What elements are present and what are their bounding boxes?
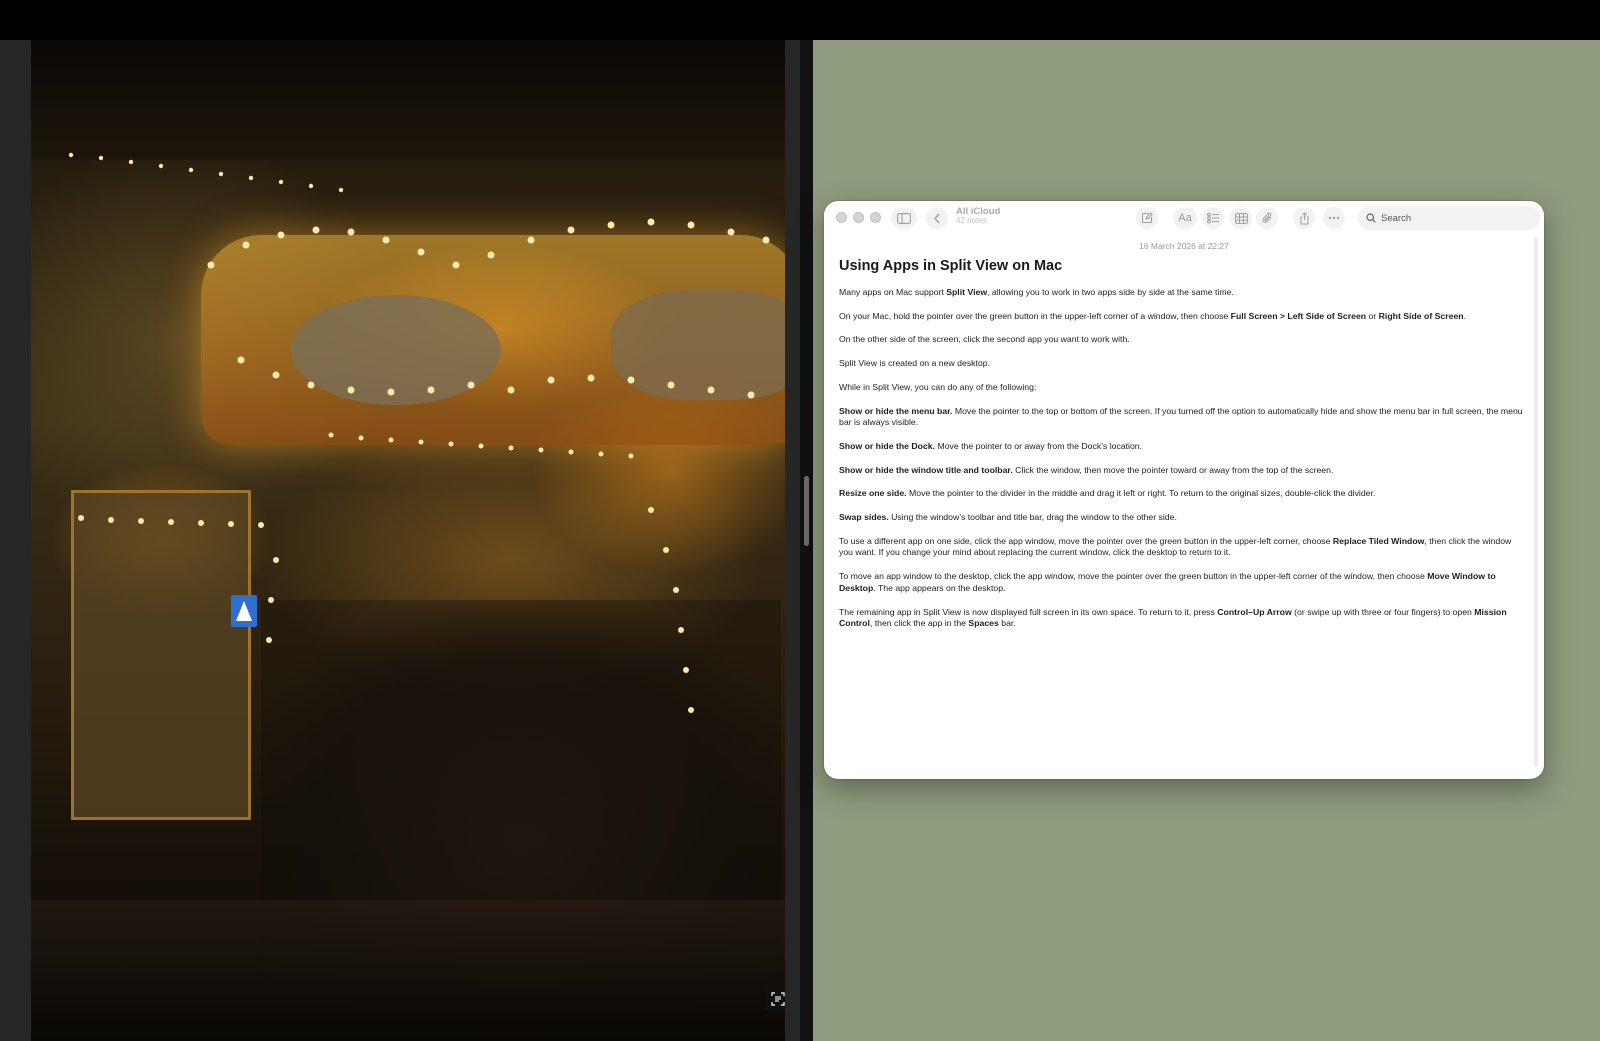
format-button[interactable]: Aa bbox=[1173, 207, 1197, 229]
photo-viewer-pane[interactable] bbox=[0, 40, 818, 1041]
note-paragraph: Many apps on Mac support Split View, all… bbox=[839, 287, 1524, 299]
search-field[interactable] bbox=[1358, 206, 1540, 230]
note-text: Split View is created on a new desktop. bbox=[839, 358, 990, 369]
note-text: Move the pointer to the divider in the m… bbox=[906, 488, 1376, 499]
note-paragraph: Split View is created on a new desktop. bbox=[839, 358, 1524, 370]
note-bold-text: Replace Tiled Window bbox=[1332, 535, 1425, 546]
note-text: bar. bbox=[998, 618, 1016, 629]
note-paragraph: On the other side of the screen, click t… bbox=[839, 334, 1524, 346]
live-text-icon bbox=[771, 992, 785, 1006]
checklist-icon bbox=[1206, 212, 1219, 224]
checklist-button[interactable] bbox=[1202, 207, 1224, 229]
photo-light-bulbs bbox=[68, 152, 770, 713]
note-bold-text: Spaces bbox=[968, 618, 999, 629]
note-paragraph: Resize one side. Move the pointer to the… bbox=[839, 488, 1524, 500]
note-paragraph: Swap sides. Using the window’s toolbar a… bbox=[839, 512, 1524, 524]
note-paragraph: Show or hide the window title and toolba… bbox=[839, 465, 1524, 477]
note-text: Using the window’s toolbar and title bar… bbox=[888, 512, 1177, 523]
note-text: . The app appears on the desktop. bbox=[873, 582, 1006, 593]
back-button[interactable] bbox=[926, 207, 948, 229]
note-text: On the other side of the screen, click t… bbox=[839, 334, 1130, 345]
compose-icon bbox=[1141, 212, 1153, 224]
note-text: . bbox=[1463, 310, 1467, 321]
new-note-button[interactable] bbox=[1136, 207, 1158, 229]
note-paragraph: On your Mac, hold the pointer over the g… bbox=[839, 311, 1524, 323]
search-input[interactable] bbox=[1381, 212, 1531, 224]
note-date: 16 March 2026 at 22:27 bbox=[1139, 241, 1229, 251]
note-text: To move an app window to the desktop, cl… bbox=[839, 571, 1428, 582]
carousel-photo[interactable] bbox=[31, 40, 785, 1041]
note-bold-text: Show or hide the menu bar. bbox=[839, 405, 953, 416]
folder-title: All iCloud 42 notes bbox=[956, 207, 1000, 225]
note-bold-text: Resize one side. bbox=[839, 488, 907, 499]
note-title: Using Apps in Split View on Mac bbox=[839, 258, 1063, 274]
minimize-window-button[interactable] bbox=[853, 212, 864, 223]
note-bold-text: Show or hide the window title and toolba… bbox=[839, 464, 1013, 475]
note-bold-text: Control–Up Arrow bbox=[1217, 606, 1292, 617]
note-count: 42 notes bbox=[956, 215, 987, 225]
note-bold-text: Show or hide the Dock. bbox=[839, 440, 936, 451]
live-text-button[interactable] bbox=[765, 986, 785, 1012]
note-bold-text: Full Screen > Left Side of Screen bbox=[1230, 310, 1367, 321]
note-text: Click the window, then move the pointer … bbox=[1012, 464, 1334, 475]
note-bold-text: Split View bbox=[946, 287, 988, 297]
note-paragraph: While in Split View, you can do any of t… bbox=[839, 382, 1524, 394]
divider-handle[interactable] bbox=[804, 476, 809, 546]
window-controls bbox=[836, 212, 881, 223]
note-bold-text: Right Side of Screen bbox=[1378, 310, 1464, 321]
note-text: While in Split View, you can do any of t… bbox=[839, 381, 1037, 392]
note-bold-text: Swap sides. bbox=[839, 512, 889, 523]
sidebar-toggle-button[interactable] bbox=[891, 207, 917, 229]
note-paragraph: Show or hide the Dock. Move the pointer … bbox=[839, 441, 1524, 453]
share-icon bbox=[1300, 211, 1308, 224]
table-button[interactable] bbox=[1230, 207, 1252, 229]
note-paragraph: Show or hide the menu bar. Move the poin… bbox=[839, 406, 1524, 429]
table-icon bbox=[1234, 212, 1248, 224]
attachment-icon bbox=[1262, 212, 1271, 223]
note-editor[interactable]: Using Apps in Split View on Mac Many app… bbox=[839, 258, 1524, 642]
attachment-button[interactable] bbox=[1256, 207, 1278, 229]
note-text: , then click the app in the bbox=[869, 618, 969, 629]
back-chevron-icon bbox=[934, 213, 940, 223]
search-icon bbox=[1366, 213, 1376, 223]
note-text: On your Mac, hold the pointer over the g… bbox=[839, 310, 1231, 321]
note-paragraph: To use a different app on one side, clic… bbox=[839, 536, 1524, 559]
note-text: Many apps on Mac support bbox=[839, 287, 947, 297]
zoom-window-button[interactable] bbox=[870, 212, 881, 223]
note-scrollbar[interactable] bbox=[1534, 237, 1538, 767]
screen: All iCloud 42 notes Aa Search 16 March 2… bbox=[0, 0, 1600, 1041]
notes-window[interactable]: All iCloud 42 notes Aa Search 16 March 2… bbox=[824, 201, 1544, 779]
note-text: The remaining app in Split View is now d… bbox=[839, 606, 1218, 617]
more-icon bbox=[1328, 216, 1340, 220]
note-text: To use a different app on one side, clic… bbox=[839, 535, 1333, 546]
more-button[interactable] bbox=[1323, 207, 1345, 229]
sidebar-toggle-icon bbox=[897, 212, 911, 224]
note-text: Move the pointer to or away from the Doc… bbox=[935, 440, 1143, 451]
close-window-button[interactable] bbox=[836, 212, 847, 223]
note-paragraph: The remaining app in Split View is now d… bbox=[839, 607, 1524, 630]
format-text-icon: Aa bbox=[1178, 212, 1192, 224]
note-text: , allowing you to work in two apps side … bbox=[987, 287, 1234, 297]
note-paragraphs: Many apps on Mac support Split View, all… bbox=[839, 287, 1524, 630]
note-text: (or swipe up with three or four fingers)… bbox=[1291, 606, 1475, 617]
notes-toolbar: All iCloud 42 notes Aa bbox=[824, 201, 1544, 235]
note-text: or bbox=[1366, 310, 1379, 321]
note-paragraph: To move an app window to the desktop, cl… bbox=[839, 571, 1524, 594]
share-button[interactable] bbox=[1293, 207, 1315, 229]
